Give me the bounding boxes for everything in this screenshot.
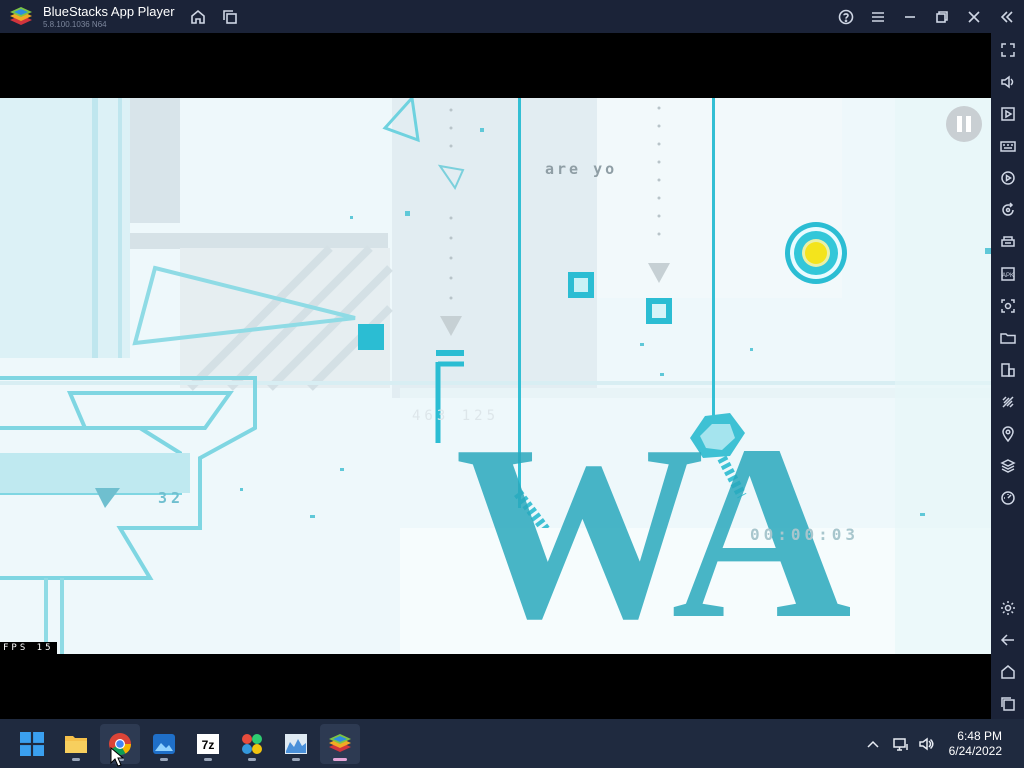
right-sidebar: APK — [991, 33, 1024, 719]
settings-icon[interactable] — [999, 599, 1017, 617]
close-icon[interactable] — [964, 7, 984, 27]
speaker-icon[interactable] — [917, 735, 935, 753]
keyboard-icon[interactable] — [999, 137, 1017, 155]
photos-icon[interactable] — [144, 724, 184, 764]
bluestacks-icon[interactable] — [320, 724, 360, 764]
bluestacks-logo-icon — [8, 5, 34, 29]
fullscreen-icon[interactable] — [999, 41, 1017, 59]
7zip-icon[interactable]: 7z — [188, 724, 228, 764]
folder-icon[interactable] — [999, 329, 1017, 347]
app-version: 5.8.100.1036 N64 — [43, 20, 107, 29]
start-icon[interactable] — [12, 724, 52, 764]
record-icon[interactable] — [999, 169, 1017, 187]
game-counter: 32 — [158, 489, 185, 507]
monitor-icon[interactable] — [276, 724, 316, 764]
home-icon[interactable] — [188, 7, 208, 27]
help-icon[interactable] — [836, 7, 856, 27]
svg-text:APK: APK — [1002, 273, 1014, 279]
collapse-sidebar-icon[interactable] — [997, 7, 1017, 27]
pause-button[interactable] — [946, 106, 982, 142]
game-text-are-you: are yo — [545, 160, 618, 178]
volume-icon[interactable] — [999, 73, 1017, 91]
clock-date: 6/24/2022 — [948, 744, 1002, 758]
clock-time: 6:48 PM — [957, 729, 1002, 743]
eco-mode-icon[interactable] — [999, 393, 1017, 411]
home-icon[interactable] — [999, 663, 1017, 681]
minimize-icon[interactable] — [900, 7, 920, 27]
taskbar: 7z 6:48 PM 6/24/2022 — [0, 719, 1024, 768]
location-icon[interactable] — [999, 425, 1017, 443]
restore-icon[interactable] — [932, 7, 952, 27]
layers-icon[interactable] — [999, 457, 1017, 475]
macro-icon[interactable] — [999, 233, 1017, 251]
clock[interactable]: 6:48 PM 6/24/2022 — [949, 729, 1002, 759]
file-explorer-icon[interactable] — [56, 724, 96, 764]
menu-icon[interactable] — [868, 7, 888, 27]
fps-counter: FPS 15 — [0, 642, 57, 654]
mouse-cursor-icon — [110, 747, 124, 767]
app-title: BlueStacks App Player — [43, 4, 175, 19]
screenshot-icon[interactable] — [999, 297, 1017, 315]
svg-text:7z: 7z — [202, 738, 215, 752]
game-screen[interactable]: are yo 463 125 32 WA 00:00:03 — [0, 98, 991, 654]
apps-icon[interactable] — [232, 724, 272, 764]
media-icon[interactable] — [999, 105, 1017, 123]
recents-icon[interactable] — [999, 695, 1017, 713]
back-icon[interactable] — [999, 631, 1017, 649]
rotate-icon[interactable] — [999, 201, 1017, 219]
game-timer: 00:00:03 — [750, 525, 860, 544]
multi-instance-icon[interactable] — [220, 7, 240, 27]
chevron-up-icon[interactable] — [864, 735, 882, 753]
network-icon[interactable] — [892, 735, 910, 753]
apk-icon[interactable]: APK — [999, 265, 1017, 283]
multi-instance-icon[interactable] — [999, 361, 1017, 379]
title-bar: BlueStacks App Player 5.8.100.1036 N64 — [0, 0, 1024, 33]
performance-icon[interactable] — [999, 489, 1017, 507]
